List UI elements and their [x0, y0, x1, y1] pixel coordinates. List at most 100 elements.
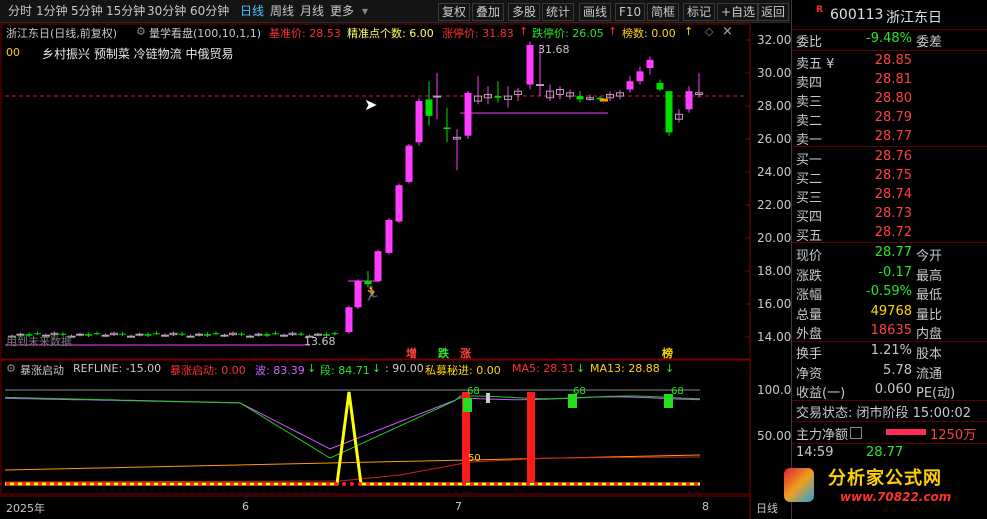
- stat2-row-label: 换手: [796, 347, 823, 362]
- more-chevron-icon[interactable]: ▾: [362, 3, 368, 19]
- period-1min[interactable]: 1分钟: [36, 3, 68, 19]
- ind2-dot: [222, 482, 226, 486]
- stat2-row-value: 1.21%: [870, 343, 912, 358]
- ind2-name[interactable]: 暴涨启动: [20, 362, 64, 378]
- add-watchlist-button[interactable]: +自选: [717, 3, 760, 21]
- bid-row: 买五 28.72: [792, 224, 987, 244]
- trade-status: 交易状态: 闭市阶段 15:00:02: [796, 406, 972, 421]
- bid-row-value: 28.76: [874, 149, 912, 164]
- ind2-ma5-arrow-icon: ↓: [576, 362, 586, 375]
- mark-button[interactable]: 标记: [683, 3, 716, 21]
- stat-row: 涨幅 -0.59% 最低: [792, 283, 987, 303]
- draw-line-button[interactable]: 画线: [579, 3, 612, 21]
- ind2-dot: [446, 482, 450, 486]
- overlay-button[interactable]: 叠加: [472, 3, 505, 21]
- stat2-label-2: PE(动): [916, 386, 956, 401]
- candle-body: [76, 333, 84, 336]
- kline-chart[interactable]: [0, 23, 790, 519]
- period-60min[interactable]: 60分钟: [190, 3, 229, 19]
- ind2-dot: [270, 482, 274, 486]
- ask-row: 卖一 28.77: [792, 128, 987, 148]
- ind2-dot: [342, 482, 346, 486]
- ind2-box-label: 68: [467, 386, 480, 397]
- diamond-icon[interactable]: ◇: [705, 25, 713, 38]
- statistics-button[interactable]: 统计: [542, 3, 575, 21]
- settings-gear-icon[interactable]: ⚙: [136, 25, 146, 38]
- candle-body: [415, 101, 423, 143]
- candle-body: [345, 307, 353, 333]
- ask-row: 卖五 ¥ 28.85: [792, 52, 987, 72]
- ask-row-value: 28.81: [874, 72, 912, 87]
- ind2-dot: [518, 482, 522, 486]
- candle-body: [433, 95, 441, 98]
- ind2-gray-box: [486, 393, 490, 403]
- period-more[interactable]: 更多: [330, 3, 354, 19]
- limit-down-arrow-icon: ↑: [608, 25, 618, 38]
- stat-row: 总量 49768 量比: [792, 303, 987, 323]
- candle-body: [85, 334, 92, 336]
- multi-stock-button[interactable]: 多股: [508, 3, 541, 21]
- expand-box-icon[interactable]: [850, 427, 862, 439]
- candle-body: [494, 96, 502, 98]
- limit-up-arrow-icon: ↑: [519, 25, 529, 38]
- period-daily[interactable]: 日线: [240, 3, 264, 19]
- low-price-label: 13.68: [304, 335, 336, 348]
- candle-body: [144, 334, 152, 336]
- ind2-dot: [606, 482, 610, 486]
- back-button[interactable]: 返回: [757, 3, 790, 21]
- period-monthly[interactable]: 月线: [300, 3, 324, 19]
- restore-rights-button[interactable]: 复权: [438, 3, 471, 21]
- base-price-value: 基准价: 28.53: [269, 27, 341, 40]
- stat-label-2: 内盘: [916, 327, 943, 342]
- simple-frame-button[interactable]: 简框: [647, 3, 680, 21]
- ind2-dot: [590, 482, 594, 486]
- last-time: 14:59: [796, 445, 834, 460]
- ask-row-value: 28.79: [874, 110, 912, 125]
- bid-row-label: 买四: [796, 210, 823, 225]
- candle-body: [425, 99, 433, 116]
- period-5min[interactable]: 5分钟: [71, 3, 103, 19]
- period-weekly[interactable]: 周线: [270, 3, 294, 19]
- close-icon[interactable]: ×: [722, 24, 733, 39]
- ind2-y-tick: 50.00: [757, 429, 792, 443]
- main-flow-label: 主力净额: [796, 428, 849, 443]
- ind2-dot: [126, 482, 130, 486]
- ind2-dot: [478, 482, 482, 486]
- period-fen-shi[interactable]: 分时: [8, 3, 32, 19]
- ind2-dot: [286, 482, 290, 486]
- ind2-dot: [302, 482, 306, 486]
- ind2-dot: [510, 482, 514, 486]
- ind2-dot: [238, 482, 242, 486]
- limit-down-value: 跌停价: 26.05: [532, 27, 604, 40]
- candle-body: [254, 333, 263, 336]
- mark-fall: 跌: [438, 347, 449, 360]
- ind2-dot: [534, 482, 538, 486]
- stat-row-value: 18635: [870, 323, 912, 338]
- ind2-dot: [454, 482, 458, 486]
- chart-area[interactable]: 浙江东日(日线,前复权) ⚙ 量学看盘(100,10,1,1) 基准价: 28.…: [0, 23, 792, 519]
- indicator-name[interactable]: 量学看盘(100,10,1,1): [149, 25, 261, 41]
- ind2-settings-icon[interactable]: ⚙: [6, 362, 16, 375]
- x-label-year: 2025年: [6, 502, 45, 515]
- stat-label-2: 量比: [916, 307, 943, 323]
- ind2-dot: [118, 482, 122, 486]
- candle-body: [374, 251, 382, 281]
- ref-count-value: 精准点个数: 6.00: [347, 27, 434, 40]
- stat-row-label: 涨幅: [796, 288, 823, 303]
- x-mode-label[interactable]: 日线: [756, 500, 778, 516]
- ind2-dot: [54, 482, 58, 486]
- ind2-dot: [662, 482, 666, 486]
- period-30min[interactable]: 30分钟: [147, 3, 186, 19]
- ind2-dot: [486, 482, 490, 486]
- stat-row-value: -0.17: [878, 264, 912, 280]
- f10-button[interactable]: F10: [615, 3, 646, 21]
- period-15min[interactable]: 15分钟: [106, 3, 145, 19]
- ind2-dot: [30, 482, 34, 486]
- candle-body: [464, 92, 472, 136]
- weibi-value: -9.48%: [866, 31, 912, 46]
- main-flow-value: 1250万: [930, 428, 977, 443]
- ind2-dot: [190, 482, 194, 486]
- stat-row-label: 现价: [796, 249, 823, 264]
- runner-icon: 🏃: [363, 286, 381, 302]
- x-label-june: 6: [242, 500, 249, 513]
